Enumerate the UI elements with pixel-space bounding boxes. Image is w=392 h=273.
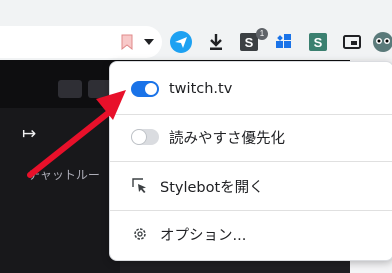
options-label: オプション... <box>160 227 247 244</box>
address-bar[interactable] <box>0 26 162 58</box>
toggle-knob <box>131 129 147 145</box>
page-sidebar <box>0 108 120 273</box>
bookmark-icon[interactable] <box>121 34 133 50</box>
open-stylebot-item[interactable]: Stylebotを開く <box>110 175 392 197</box>
picture-in-picture-icon[interactable] <box>341 31 363 53</box>
site-toggle[interactable] <box>131 81 159 97</box>
readability-toggle[interactable] <box>131 129 159 145</box>
divider <box>110 114 392 115</box>
chat-room-label: チャットルー <box>28 168 100 182</box>
extension-badge: 1 <box>256 28 268 40</box>
open-stylebot-label: Stylebotを開く <box>160 179 264 196</box>
collapse-arrow-icon[interactable]: ↦ <box>22 124 36 144</box>
readability-label: 読みやすさ優先化 <box>169 130 285 147</box>
options-item[interactable]: オプション... <box>110 223 392 245</box>
gear-icon <box>134 228 146 240</box>
site-toggle-label: twitch.tv <box>169 81 233 97</box>
select-element-icon <box>132 178 146 193</box>
site-toggle-row[interactable]: twitch.tv <box>110 78 392 100</box>
download-icon[interactable] <box>205 31 227 53</box>
s-extension-icon[interactable]: S <box>307 31 329 53</box>
svg-text:S: S <box>314 35 323 50</box>
divider <box>110 161 392 162</box>
stylebot-popup: twitch.tv 読みやすさ優先化 Stylebotを開く オプション... <box>109 61 392 261</box>
page-header-button[interactable] <box>58 80 82 98</box>
airplane-extension-icon[interactable] <box>170 31 192 53</box>
puzzle-extension-icon[interactable] <box>273 31 295 53</box>
dropdown-icon[interactable] <box>144 39 154 45</box>
profile-icon[interactable] <box>372 31 392 53</box>
browser-toolbar: S 1 S <box>0 0 392 60</box>
svg-text:S: S <box>245 35 254 50</box>
divider <box>110 210 392 211</box>
toggle-knob <box>145 83 157 95</box>
readability-toggle-row[interactable]: 読みやすさ優先化 <box>110 126 392 148</box>
